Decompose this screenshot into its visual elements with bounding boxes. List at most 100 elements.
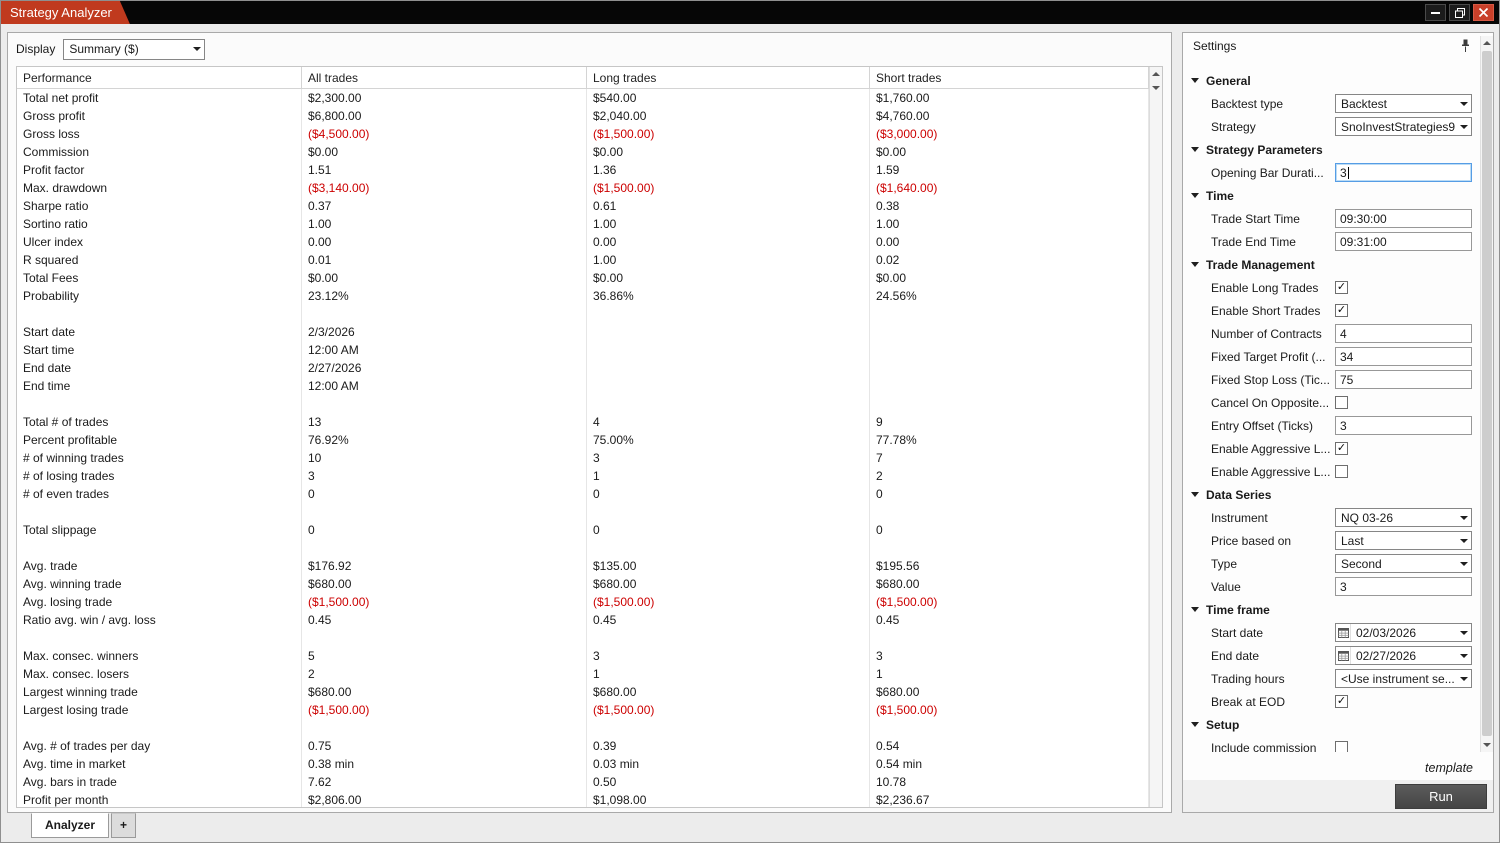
table-row[interactable]: Probability 23.12% 36.86% 24.56% [17,287,1149,305]
table-row[interactable]: Total Fees $0.00 $0.00 $0.00 [17,269,1149,287]
settings-section-time[interactable]: Time [1183,184,1480,207]
text-input[interactable]: 34 [1335,347,1472,366]
table-row[interactable]: Avg. time in market 0.38 min 0.03 min 0.54 … [17,755,1149,773]
table-row[interactable]: Max. consec. losers 2 1 1 [17,665,1149,683]
table-scrollbar[interactable] [1149,67,1162,807]
row-value [587,503,870,521]
dropdown[interactable]: Last [1335,531,1472,550]
table-row[interactable]: Profit per month $2,806.00 $1,098.00 $2,236… [17,791,1149,807]
date-picker[interactable]: 02/27/2026 [1335,646,1472,665]
text-input[interactable]: 09:31:00 [1335,232,1472,251]
column-header-long-trades[interactable]: Long trades [587,67,870,88]
table-row[interactable]: Gross loss ($4,500.00) ($1,500.00) ($3,000.… [17,125,1149,143]
table-row[interactable]: # of winning trades 10 3 7 [17,449,1149,467]
settings-section-strategy-parameters[interactable]: Strategy Parameters [1183,138,1480,161]
text-input[interactable]: 4 [1335,324,1472,343]
table-row[interactable]: Total net profit $2,300.00 $540.00 $1,760.0… [17,89,1149,107]
text-input[interactable]: 3 [1335,163,1472,182]
dropdown[interactable]: Second [1335,554,1472,573]
display-dropdown[interactable]: Summary ($) [63,38,206,60]
table-row[interactable]: End date 2/27/2026 [17,359,1149,377]
table-row[interactable]: Avg. trade $176.92 $135.00 $195.56 [17,557,1149,575]
settings-list: General Backtest type Backtest Strategy SnoI… [1183,59,1480,752]
dropdown[interactable]: Backtest [1335,94,1472,113]
table-row[interactable]: Max. drawdown ($3,140.00) ($1,500.00) ($1,6… [17,179,1149,197]
table-row[interactable]: Percent profitable 76.92% 75.00% 77.78% [17,431,1149,449]
settings-section-data-series[interactable]: Data Series [1183,483,1480,506]
settings-scrollbar[interactable] [1480,36,1493,752]
table-row[interactable] [17,719,1149,737]
row-value [302,719,587,737]
scrollbar-thumb[interactable] [1482,51,1492,736]
text-input[interactable]: 3 [1335,577,1472,596]
checkbox[interactable] [1335,465,1348,478]
table-row[interactable]: Sharpe ratio 0.37 0.61 0.38 [17,197,1149,215]
settings-section-setup[interactable]: Setup [1183,713,1480,736]
column-header-performance[interactable]: Performance [17,67,302,88]
dropdown[interactable]: <Use instrument se... [1335,669,1472,688]
table-row[interactable]: Avg. winning trade $680.00 $680.00 $680.00 [17,575,1149,593]
collapse-arrow-icon [1191,722,1199,727]
table-row[interactable]: # of even trades 0 0 0 [17,485,1149,503]
checkbox[interactable]: ✓ [1335,304,1348,317]
table-row[interactable]: Avg. # of trades per day 0.75 0.39 0.54 [17,737,1149,755]
settings-scroll-up-button[interactable] [1481,36,1493,50]
table-row[interactable] [17,539,1149,557]
table-row[interactable]: Gross profit $6,800.00 $2,040.00 $4,760.00 [17,107,1149,125]
dropdown[interactable]: NQ 03-26 [1335,508,1472,527]
table-row[interactable]: Largest winning trade $680.00 $680.00 $680.… [17,683,1149,701]
table-row[interactable]: Sortino ratio 1.00 1.00 1.00 [17,215,1149,233]
restore-button[interactable] [1449,4,1470,21]
checkbox[interactable]: ✓ [1335,695,1348,708]
checkbox[interactable]: ✓ [1335,442,1348,455]
table-row[interactable]: Profit factor 1.51 1.36 1.59 [17,161,1149,179]
scroll-up-button[interactable] [1150,67,1162,81]
dropdown[interactable]: SnoInvestStrategies9: [1335,117,1472,136]
table-row[interactable] [17,503,1149,521]
checkbox[interactable]: ✓ [1335,281,1348,294]
text-input[interactable]: 3 [1335,416,1472,435]
add-tab-button[interactable]: + [111,813,137,838]
settings-section-trade-management[interactable]: Trade Management [1183,253,1480,276]
run-button[interactable]: Run [1395,783,1487,809]
table-row[interactable]: R squared 0.01 1.00 0.02 [17,251,1149,269]
row-value: $0.00 [870,269,1149,287]
table-row[interactable] [17,629,1149,647]
settings-section-general[interactable]: General [1183,69,1480,92]
text-input[interactable]: 75 [1335,370,1472,389]
table-row[interactable]: Max. consec. winners 5 3 3 [17,647,1149,665]
table-row[interactable]: # of losing trades 3 1 2 [17,467,1149,485]
checkbox[interactable] [1335,741,1348,752]
table-row[interactable]: Avg. losing trade ($1,500.00) ($1,500.00)(… [17,593,1149,611]
date-picker[interactable]: 02/03/2026 [1335,623,1472,642]
row-value: $135.00 [587,557,870,575]
column-header-all-trades[interactable]: All trades [302,67,587,88]
table-row[interactable]: Start time 12:00 AM [17,341,1149,359]
settings-scroll-down-button[interactable] [1481,738,1493,752]
close-button[interactable] [1473,4,1494,21]
table-row[interactable]: Ratio avg. win / avg. loss 0.45 0.45 0.45 [17,611,1149,629]
table-row[interactable] [17,305,1149,323]
setting-label: Trade Start Time [1211,211,1300,226]
text-input[interactable]: 09:30:00 [1335,209,1472,228]
table-row[interactable]: End time 12:00 AM [17,377,1149,395]
pin-icon[interactable] [1460,39,1471,53]
table-row[interactable]: Avg. bars in trade 7.62 0.50 10.78 [17,773,1149,791]
table-row[interactable]: Total # of trades 13 4 9 [17,413,1149,431]
scroll-down-button[interactable] [1150,81,1162,95]
template-link[interactable]: template [1425,761,1473,775]
tab-analyzer[interactable]: Analyzer [31,813,110,838]
table-row[interactable]: Commission $0.00 $0.00 $0.00 [17,143,1149,161]
column-header-short-trades[interactable]: Short trades [870,67,1149,88]
chevron-down-icon [1456,532,1471,549]
row-value: ($1,500.00) [587,593,870,611]
settings-section-time-frame[interactable]: Time frame [1183,598,1480,621]
table-row[interactable]: Largest losing trade ($1,500.00) ($1,500.0… [17,701,1149,719]
minimize-button[interactable] [1425,4,1446,21]
row-label: Commission [17,143,302,161]
table-row[interactable]: Total slippage 0 0 0 [17,521,1149,539]
table-row[interactable]: Start date 2/3/2026 [17,323,1149,341]
table-row[interactable] [17,395,1149,413]
table-row[interactable]: Ulcer index 0.00 0.00 0.00 [17,233,1149,251]
checkbox[interactable] [1335,396,1348,409]
